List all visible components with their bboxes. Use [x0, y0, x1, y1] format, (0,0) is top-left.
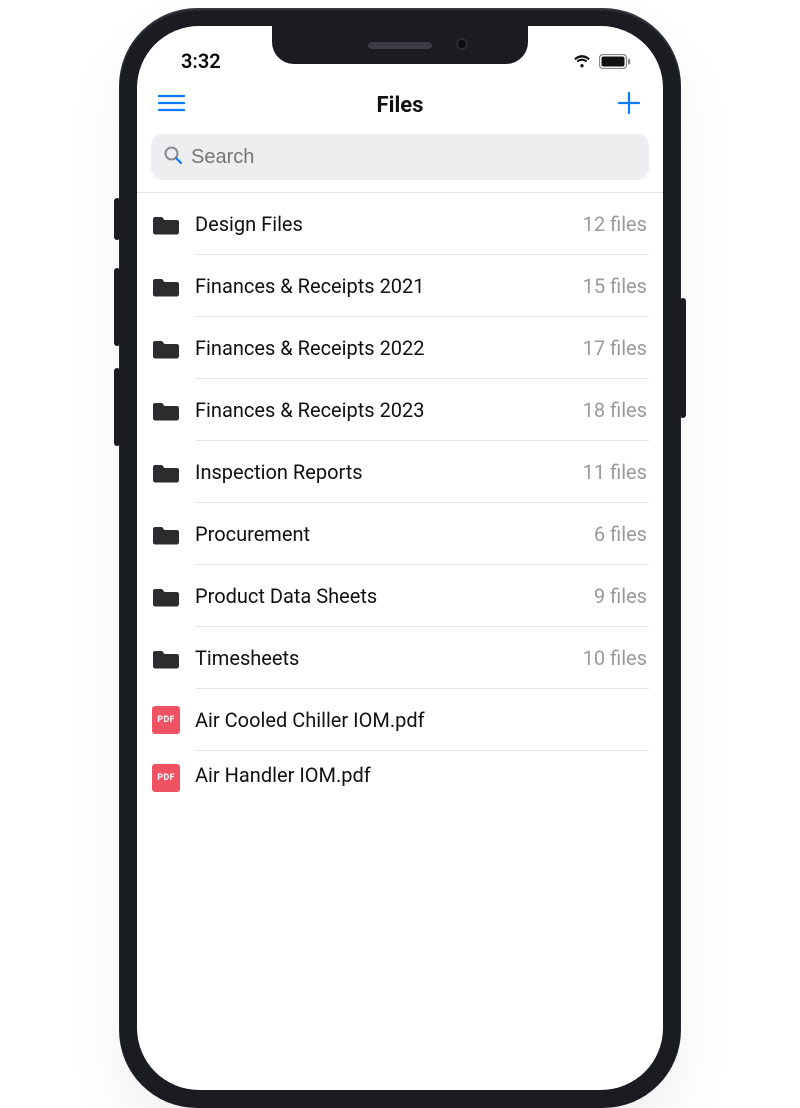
file-name: Air Cooled Chiller IOM.pdf [195, 708, 425, 732]
search-icon [163, 145, 183, 169]
menu-icon: line{stroke:#0a7aff;stroke-width:2.2;str… [158, 93, 185, 117]
folder-icon [151, 581, 181, 611]
folder-file-count: 17 files [583, 336, 647, 360]
folder-icon [151, 395, 181, 425]
battery-icon [599, 54, 631, 69]
search-field[interactable] [151, 134, 649, 180]
folder-row[interactable]: Finances & Receipts 2022 17 files [137, 317, 663, 379]
nav-bar: line{stroke:#0a7aff;stroke-width:2.2;str… [137, 80, 663, 130]
phone-frame: 3:32 line{stroke:#0a7aff;stroke-width:2.… [119, 8, 681, 1108]
phone-side-button [114, 268, 120, 346]
folder-row[interactable]: Finances & Receipts 2021 15 files [137, 255, 663, 317]
page-title: Files [377, 93, 424, 118]
wifi-icon [571, 53, 593, 69]
pdf-icon: PDF [151, 763, 181, 793]
folder-icon [151, 457, 181, 487]
folder-name: Product Data Sheets [195, 584, 377, 608]
folder-name: Design Files [195, 212, 303, 236]
pdf-icon: PDF [151, 705, 181, 735]
folder-name: Finances & Receipts 2023 [195, 398, 425, 422]
phone-camera [456, 38, 468, 50]
folder-name: Finances & Receipts 2022 [195, 336, 425, 360]
folder-icon [151, 271, 181, 301]
folder-row[interactable]: Design Files 12 files [137, 193, 663, 255]
folder-file-count: 6 files [594, 522, 647, 546]
folder-file-count: 11 files [583, 460, 647, 484]
folder-icon [151, 643, 181, 673]
folder-file-count: 18 files [583, 398, 647, 422]
search-input[interactable] [191, 146, 637, 169]
menu-button[interactable]: line{stroke:#0a7aff;stroke-width:2.2;str… [155, 89, 187, 121]
folder-file-count: 15 files [583, 274, 647, 298]
status-time: 3:32 [161, 49, 221, 73]
phone-side-button [114, 198, 120, 240]
folder-name: Procurement [195, 522, 310, 546]
folder-icon [151, 519, 181, 549]
add-button[interactable] [613, 89, 645, 121]
folder-name: Finances & Receipts 2021 [195, 274, 425, 298]
phone-side-button [114, 368, 120, 446]
folder-row[interactable]: Finances & Receipts 2023 18 files [137, 379, 663, 441]
plus-icon [617, 91, 641, 119]
folder-row[interactable]: Procurement 6 files [137, 503, 663, 565]
folder-file-count: 12 files [583, 212, 647, 236]
screen: 3:32 line{stroke:#0a7aff;stroke-width:2.… [137, 26, 663, 1090]
phone-side-button [680, 298, 686, 418]
folder-file-count: 9 files [594, 584, 647, 608]
file-list[interactable]: Design Files 12 files Finances & Receipts … [137, 192, 663, 791]
phone-notch [272, 26, 528, 64]
folder-name: Inspection Reports [195, 460, 363, 484]
folder-row[interactable]: Product Data Sheets 9 files [137, 565, 663, 627]
folder-name: Timesheets [195, 646, 299, 670]
file-name: Air Handler IOM.pdf [195, 763, 371, 787]
folder-icon [151, 333, 181, 363]
folder-row[interactable]: Inspection Reports 11 files [137, 441, 663, 503]
file-row[interactable]: PDF Air Cooled Chiller IOM.pdf [137, 689, 663, 751]
folder-file-count: 10 files [583, 646, 647, 670]
folder-row[interactable]: Timesheets 10 files [137, 627, 663, 689]
file-row[interactable]: PDF Air Handler IOM.pdf [137, 751, 663, 791]
phone-speaker [368, 42, 432, 49]
folder-icon [151, 209, 181, 239]
